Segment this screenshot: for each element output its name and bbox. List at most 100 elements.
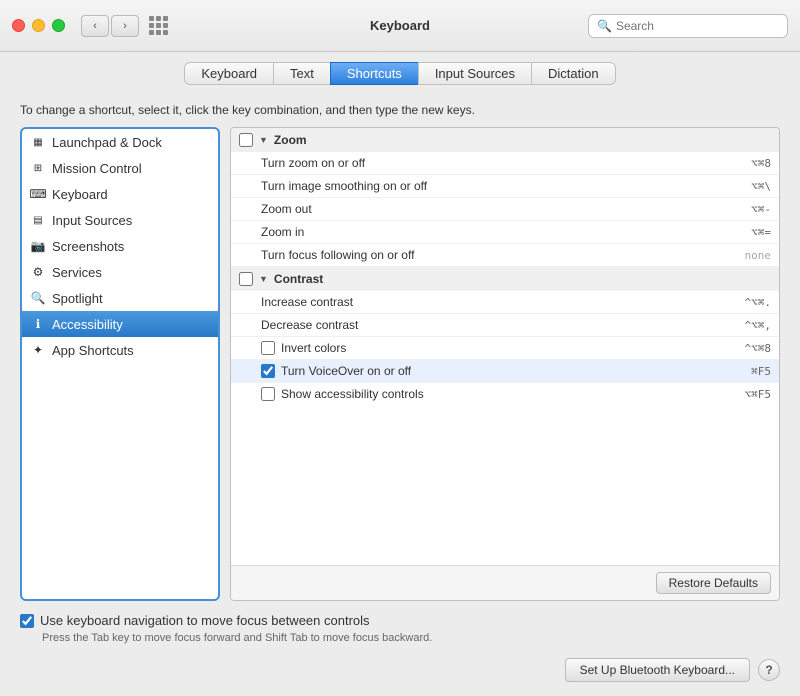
sidebar-label-launchpad: Launchpad & Dock bbox=[52, 135, 162, 150]
shortcut-zoom-on-off[interactable]: Turn zoom on or off ⌥⌘8 bbox=[231, 152, 779, 175]
keyboard-nav-note: Press the Tab key to move focus forward … bbox=[20, 632, 780, 644]
back-button[interactable]: ‹ bbox=[81, 15, 109, 37]
keyboard-nav-checkbox[interactable] bbox=[20, 614, 34, 628]
shortcut-zoom-out[interactable]: Zoom out ⌥⌘- bbox=[231, 198, 779, 221]
sidebar-label-keyboard: Keyboard bbox=[52, 187, 108, 202]
footer-row: Set Up Bluetooth Keyboard... ? bbox=[20, 652, 780, 686]
bluetooth-button[interactable]: Set Up Bluetooth Keyboard... bbox=[565, 658, 750, 682]
shortcut-name-decrease-contrast: Decrease contrast bbox=[261, 318, 739, 332]
shortcut-name-voiceover: Turn VoiceOver on or off bbox=[281, 364, 745, 378]
keyboard-nav-label: Use keyboard navigation to move focus be… bbox=[40, 613, 370, 628]
tab-keyboard[interactable]: Keyboard bbox=[184, 62, 273, 85]
sidebar-item-input-sources[interactable]: ▤ Input Sources bbox=[22, 207, 218, 233]
shortcut-voiceover[interactable]: Turn VoiceOver on or off ⌘F5 bbox=[231, 360, 779, 383]
instruction-text: To change a shortcut, select it, click t… bbox=[20, 103, 780, 117]
content-area: ▦ Launchpad & Dock ⊞ Mission Control ⌨ K… bbox=[20, 127, 780, 601]
shortcut-keys-zoom-in: ⌥⌘= bbox=[751, 226, 771, 239]
close-button[interactable] bbox=[12, 19, 25, 32]
accessibility-controls-checkbox[interactable] bbox=[261, 387, 275, 401]
spotlight-icon: 🔍 bbox=[30, 290, 46, 306]
sidebar-item-screenshots[interactable]: 📷 Screenshots bbox=[22, 233, 218, 259]
contrast-checkbox-area bbox=[239, 272, 253, 286]
shortcut-increase-contrast[interactable]: Increase contrast ^⌥⌘. bbox=[231, 291, 779, 314]
shortcut-name-zoom-out: Zoom out bbox=[261, 202, 745, 216]
forward-button[interactable]: › bbox=[111, 15, 139, 37]
app-shortcuts-icon: ✦ bbox=[30, 342, 46, 358]
zoom-section-label: Zoom bbox=[274, 133, 307, 147]
shortcut-keys-focus-following: none bbox=[745, 249, 772, 262]
sidebar-item-launchpad[interactable]: ▦ Launchpad & Dock bbox=[22, 129, 218, 155]
shortcut-accessibility-controls[interactable]: Show accessibility controls ⌥⌘F5 bbox=[231, 383, 779, 405]
sidebar-item-keyboard[interactable]: ⌨ Keyboard bbox=[22, 181, 218, 207]
nav-buttons: ‹ › bbox=[81, 15, 139, 37]
search-input[interactable] bbox=[616, 19, 779, 33]
shortcut-name-increase-contrast: Increase contrast bbox=[261, 295, 739, 309]
launchpad-icon: ▦ bbox=[30, 134, 46, 150]
shortcut-name-zoom-in: Zoom in bbox=[261, 225, 745, 239]
minimize-button[interactable] bbox=[32, 19, 45, 32]
tab-input-sources[interactable]: Input Sources bbox=[418, 62, 531, 85]
sidebar-label-mission-control: Mission Control bbox=[52, 161, 142, 176]
shortcut-name-image-smoothing: Turn image smoothing on or off bbox=[261, 179, 745, 193]
sidebar-item-accessibility[interactable]: ℹ Accessibility bbox=[22, 311, 218, 337]
sidebar-label-input-sources: Input Sources bbox=[52, 213, 132, 228]
zoom-triangle: ▼ bbox=[259, 135, 268, 145]
shortcut-decrease-contrast[interactable]: Decrease contrast ^⌥⌘, bbox=[231, 314, 779, 337]
shortcut-keys-increase-contrast: ^⌥⌘. bbox=[745, 296, 772, 309]
contrast-section-label: Contrast bbox=[274, 272, 323, 286]
zoom-section-checkbox[interactable] bbox=[239, 133, 253, 147]
keyboard-icon: ⌨ bbox=[30, 186, 46, 202]
sidebar-item-mission-control[interactable]: ⊞ Mission Control bbox=[22, 155, 218, 181]
restore-defaults-button[interactable]: Restore Defaults bbox=[656, 572, 771, 594]
contrast-section-header: ▼ Contrast bbox=[231, 267, 779, 291]
shortcut-image-smoothing[interactable]: Turn image smoothing on or off ⌥⌘\ bbox=[231, 175, 779, 198]
shortcut-focus-following[interactable]: Turn focus following on or off none bbox=[231, 244, 779, 267]
search-box[interactable]: 🔍 bbox=[588, 14, 788, 38]
shortcut-name-accessibility-controls: Show accessibility controls bbox=[281, 387, 739, 401]
tab-shortcuts[interactable]: Shortcuts bbox=[330, 62, 418, 85]
accessibility-icon: ℹ bbox=[30, 316, 46, 332]
zoom-checkbox-area bbox=[239, 133, 253, 147]
shortcut-keys-invert-colors: ^⌥⌘8 bbox=[745, 342, 772, 355]
tab-text[interactable]: Text bbox=[273, 62, 330, 85]
shortcut-keys-zoom-out: ⌥⌘- bbox=[751, 203, 771, 216]
help-button[interactable]: ? bbox=[758, 659, 780, 681]
shortcut-keys-image-smoothing: ⌥⌘\ bbox=[751, 180, 771, 193]
shortcut-keys-voiceover: ⌘F5 bbox=[751, 365, 771, 378]
grid-button[interactable] bbox=[149, 16, 168, 35]
main-content: To change a shortcut, select it, click t… bbox=[0, 93, 800, 696]
zoom-section-header: ▼ Zoom bbox=[231, 128, 779, 152]
sidebar: ▦ Launchpad & Dock ⊞ Mission Control ⌨ K… bbox=[20, 127, 220, 601]
screenshots-icon: 📷 bbox=[30, 238, 46, 254]
sidebar-item-spotlight[interactable]: 🔍 Spotlight bbox=[22, 285, 218, 311]
voiceover-checkbox[interactable] bbox=[261, 364, 275, 378]
sidebar-label-app-shortcuts: App Shortcuts bbox=[52, 343, 134, 358]
titlebar: ‹ › Keyboard 🔍 bbox=[0, 0, 800, 52]
mission-control-icon: ⊞ bbox=[30, 160, 46, 176]
sidebar-item-services[interactable]: ⚙ Services bbox=[22, 259, 218, 285]
restore-btn-row: Restore Defaults bbox=[231, 565, 779, 600]
shortcut-name-focus-following: Turn focus following on or off bbox=[261, 248, 739, 262]
shortcuts-list[interactable]: ▼ Zoom Turn zoom on or off ⌥⌘8 Turn imag… bbox=[231, 128, 779, 565]
shortcut-keys-zoom-on-off: ⌥⌘8 bbox=[751, 157, 771, 170]
shortcut-name-zoom-on-off: Turn zoom on or off bbox=[261, 156, 745, 170]
sidebar-label-screenshots: Screenshots bbox=[52, 239, 124, 254]
shortcut-zoom-in[interactable]: Zoom in ⌥⌘= bbox=[231, 221, 779, 244]
maximize-button[interactable] bbox=[52, 19, 65, 32]
shortcut-invert-colors[interactable]: Invert colors ^⌥⌘8 bbox=[231, 337, 779, 360]
shortcut-keys-accessibility-controls: ⌥⌘F5 bbox=[745, 388, 772, 401]
input-sources-icon: ▤ bbox=[30, 212, 46, 228]
contrast-section-checkbox[interactable] bbox=[239, 272, 253, 286]
shortcut-keys-decrease-contrast: ^⌥⌘, bbox=[745, 319, 772, 332]
search-icon: 🔍 bbox=[597, 19, 612, 33]
sidebar-item-app-shortcuts[interactable]: ✦ App Shortcuts bbox=[22, 337, 218, 363]
shortcut-name-invert-colors: Invert colors bbox=[281, 341, 739, 355]
tab-dictation[interactable]: Dictation bbox=[531, 62, 616, 85]
right-panel: ▼ Zoom Turn zoom on or off ⌥⌘8 Turn imag… bbox=[230, 127, 780, 601]
grid-icon bbox=[149, 16, 168, 35]
contrast-triangle: ▼ bbox=[259, 274, 268, 284]
sidebar-label-services: Services bbox=[52, 265, 102, 280]
keyboard-nav-row: Use keyboard navigation to move focus be… bbox=[20, 613, 780, 628]
invert-colors-checkbox[interactable] bbox=[261, 341, 275, 355]
traffic-lights bbox=[12, 19, 65, 32]
